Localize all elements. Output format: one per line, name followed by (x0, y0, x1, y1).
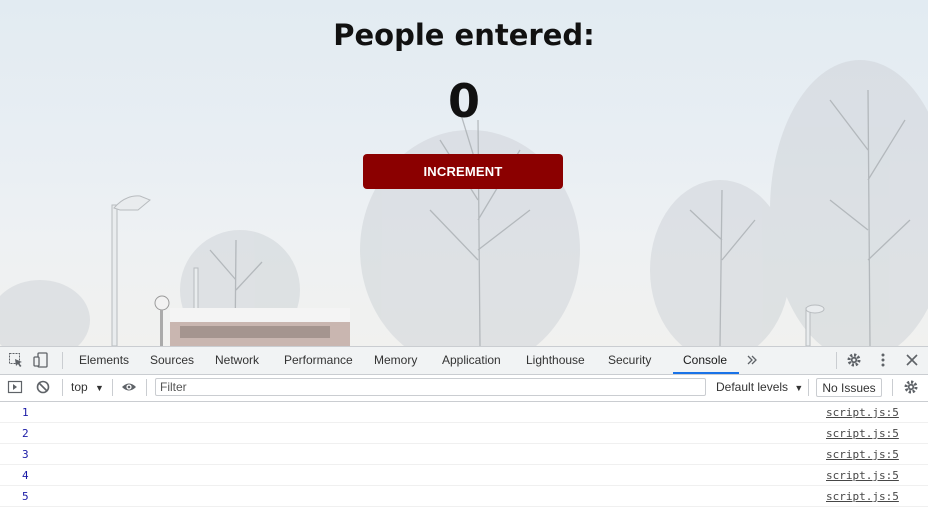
bus-shape (170, 308, 350, 346)
toolbar-divider (146, 379, 147, 396)
log-levels-label: Default levels (716, 380, 789, 394)
log-value: 2 (22, 427, 29, 440)
active-tab-indicator (673, 372, 739, 374)
tab-lighthouse[interactable]: Lighthouse (526, 347, 585, 374)
console-log: 1 script.js:5 2 script.js:5 3 script.js:… (0, 402, 928, 507)
context-selector[interactable]: top ▼ (71, 380, 104, 394)
log-entry: 4 script.js:5 (0, 465, 928, 486)
sidebar-toggle-icon[interactable] (7, 379, 23, 395)
log-value: 3 (22, 448, 29, 461)
issues-button[interactable]: No Issues (816, 378, 882, 397)
log-entry: 1 script.js:5 (0, 402, 928, 423)
devtools-panel: Elements Sources Network Performance Mem… (0, 346, 928, 507)
log-source-link[interactable]: script.js:5 (826, 469, 899, 482)
increment-button[interactable]: INCREMENT (363, 154, 563, 189)
eye-icon[interactable] (121, 379, 137, 395)
dropdown-arrow-icon: ▼ (95, 383, 104, 393)
people-counter: 0 (447, 74, 480, 128)
clear-console-icon[interactable] (35, 379, 51, 395)
dropdown-arrow-icon: ▼ (794, 383, 804, 393)
devtools-tabbar: Elements Sources Network Performance Mem… (0, 347, 928, 375)
tab-network[interactable]: Network (215, 347, 259, 374)
settings-gear-icon[interactable] (846, 352, 862, 368)
log-value: 5 (22, 490, 29, 503)
tab-performance[interactable]: Performance (284, 347, 353, 374)
log-source-link[interactable]: script.js:5 (826, 448, 899, 461)
device-toolbar-icon[interactable] (33, 352, 49, 368)
toolbar-divider (62, 352, 63, 369)
console-filterbar: top ▼ Default levels ▼ No Issues (0, 375, 928, 402)
log-entry: 3 script.js:5 (0, 444, 928, 465)
log-value: 4 (22, 469, 29, 482)
toolbar-divider (62, 379, 63, 396)
log-source-link[interactable]: script.js:5 (826, 406, 899, 419)
tab-application[interactable]: Application (442, 347, 501, 374)
toolbar-divider (112, 379, 113, 396)
page-viewport: People entered: 0 INCREMENT (0, 0, 928, 346)
context-label: top (71, 380, 88, 394)
log-entry: 5 script.js:5 (0, 486, 928, 507)
tab-security[interactable]: Security (608, 347, 651, 374)
console-settings-icon[interactable] (903, 379, 919, 395)
tab-elements[interactable]: Elements (79, 347, 129, 374)
tab-sources[interactable]: Sources (150, 347, 194, 374)
log-levels-dropdown[interactable]: Default levels ▼ (716, 380, 803, 394)
tab-memory[interactable]: Memory (374, 347, 417, 374)
page-title: People entered: (333, 18, 595, 52)
close-icon[interactable] (904, 352, 920, 368)
inspect-element-icon[interactable] (8, 352, 24, 368)
log-value: 1 (22, 406, 29, 419)
filter-input[interactable] (155, 378, 706, 396)
log-source-link[interactable]: script.js:5 (826, 427, 899, 440)
kebab-menu-icon[interactable] (875, 352, 891, 368)
log-entry: 2 script.js:5 (0, 423, 928, 444)
tab-console[interactable]: Console (683, 347, 727, 374)
more-tabs-icon[interactable] (744, 352, 760, 368)
toolbar-divider (892, 379, 893, 396)
log-source-link[interactable]: script.js:5 (826, 490, 899, 503)
toolbar-divider (808, 379, 809, 396)
toolbar-divider (836, 352, 837, 369)
